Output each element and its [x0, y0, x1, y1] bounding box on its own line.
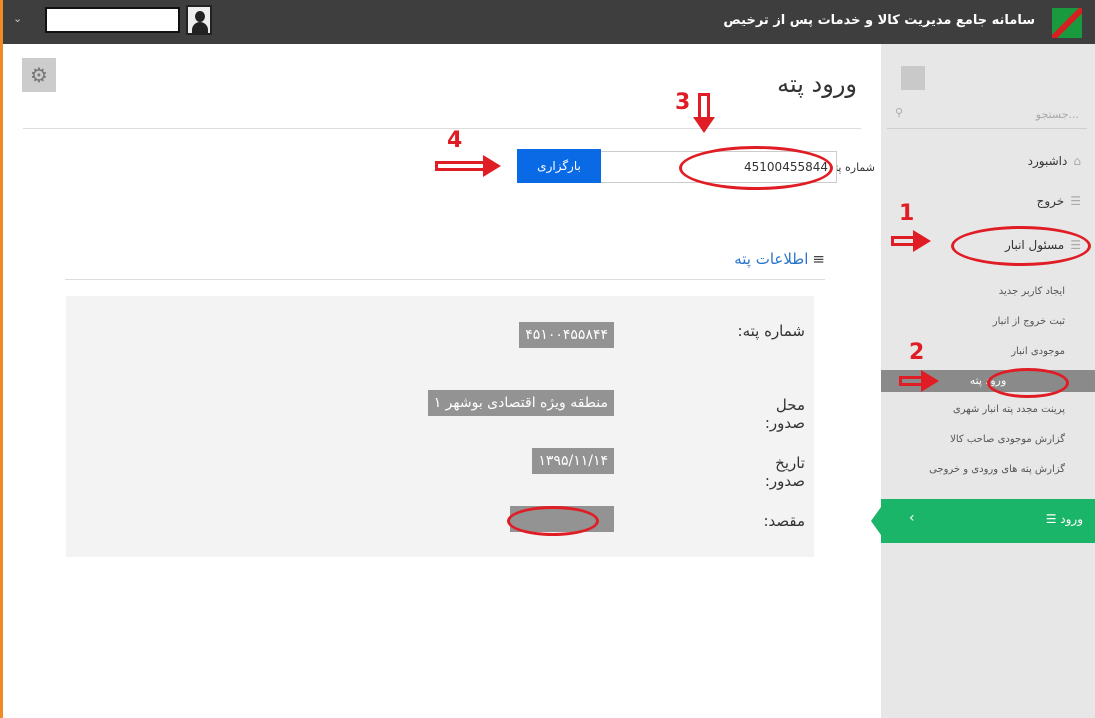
chevron-left-icon[interactable]: ‹ [909, 510, 915, 526]
annotation-arrow-3 [693, 93, 715, 133]
field-label-issue-date: تاریخ صدور: [764, 454, 805, 490]
annotation-ellipse-3 [679, 146, 833, 190]
divider [65, 279, 825, 280]
annotation-number-3: 3 [675, 90, 691, 115]
search-icon[interactable]: ⚲ [895, 106, 903, 119]
sidebar-sub-reprint[interactable]: پرینت مجدد پته انبار شهری [953, 404, 1065, 415]
sidebar-sub-inventory[interactable]: موجودی انبار [1011, 346, 1065, 357]
annotation-number-1: 1 [899, 201, 915, 226]
user-dropdown-icon[interactable]: ⌄ [13, 12, 22, 25]
annotation-number-4: 4 [447, 128, 463, 153]
field-label-shipment-number: شماره پته: [737, 322, 805, 340]
list-icon: ≡ [812, 250, 825, 268]
field-value-issue-place: منطقه ویژه اقتصادی بوشهر ۱ [427, 390, 614, 416]
sidebar-sub-register-exit[interactable]: ثبت خروج از انبار [993, 316, 1065, 327]
annotation-number-2: 2 [909, 340, 925, 365]
section-title: ≡اطلاعات پته [734, 250, 825, 268]
sidebar-footer-entry[interactable]: ‹ ورود ☰ [871, 499, 1095, 543]
avatar-icon[interactable] [186, 5, 212, 35]
top-bar: ⌄ سامانه جامع مدیریت کالا و خدمات پس از … [3, 0, 1095, 44]
field-label-destination: مقصد: [763, 512, 805, 530]
logo-icon[interactable] [1052, 8, 1082, 38]
sidebar-search-input[interactable]: جستجو... ⚲ [887, 104, 1087, 129]
field-value-issue-date: ۱۳۹۵/۱۱/۱۴ [532, 448, 614, 474]
annotation-arrow-4 [435, 155, 503, 177]
divider [23, 128, 861, 129]
sidebar-toggle-icon[interactable] [901, 66, 925, 90]
list-icon: ☰ [1070, 194, 1081, 208]
field-value-shipment-number: ۴۵۱۰۰۴۵۵۸۴۴ [519, 322, 614, 348]
annotation-arrow-2 [899, 370, 941, 392]
field-label-issue-place: محل صدور: [764, 396, 805, 432]
page-title: ورود پته [777, 70, 857, 98]
search-placeholder: جستجو... [1035, 108, 1079, 121]
shipment-info-panel [66, 296, 814, 557]
shipment-number-label: شماره پته [837, 161, 875, 174]
footer-label: ورود ☰ [1045, 512, 1083, 526]
sidebar-item-dashboard[interactable]: ⌂داشبورد [1028, 154, 1081, 168]
gear-icon[interactable]: ⚙ [22, 58, 56, 92]
annotation-ellipse-2 [987, 368, 1069, 398]
annotation-arrow-1 [891, 230, 933, 252]
home-icon: ⌂ [1073, 154, 1081, 168]
load-button[interactable]: بارگزاری [517, 149, 601, 183]
annotation-ellipse-1 [951, 226, 1091, 266]
app-title: سامانه جامع مدیریت کالا و خدمات پس از تر… [723, 13, 1035, 28]
user-name-box[interactable] [45, 7, 180, 33]
annotation-ellipse-destination [507, 506, 599, 536]
sidebar-sub-io-report[interactable]: گزارش پته های ورودی و خروجی [929, 464, 1065, 475]
footer-tab [871, 507, 881, 535]
sidebar-sub-new-user[interactable]: ایجاد کاربر جدید [999, 286, 1065, 297]
sidebar-item-exit[interactable]: ☰خروج [1037, 194, 1081, 208]
sidebar-sub-owner-report[interactable]: گزارش موجودی صاحب کالا [950, 434, 1065, 445]
